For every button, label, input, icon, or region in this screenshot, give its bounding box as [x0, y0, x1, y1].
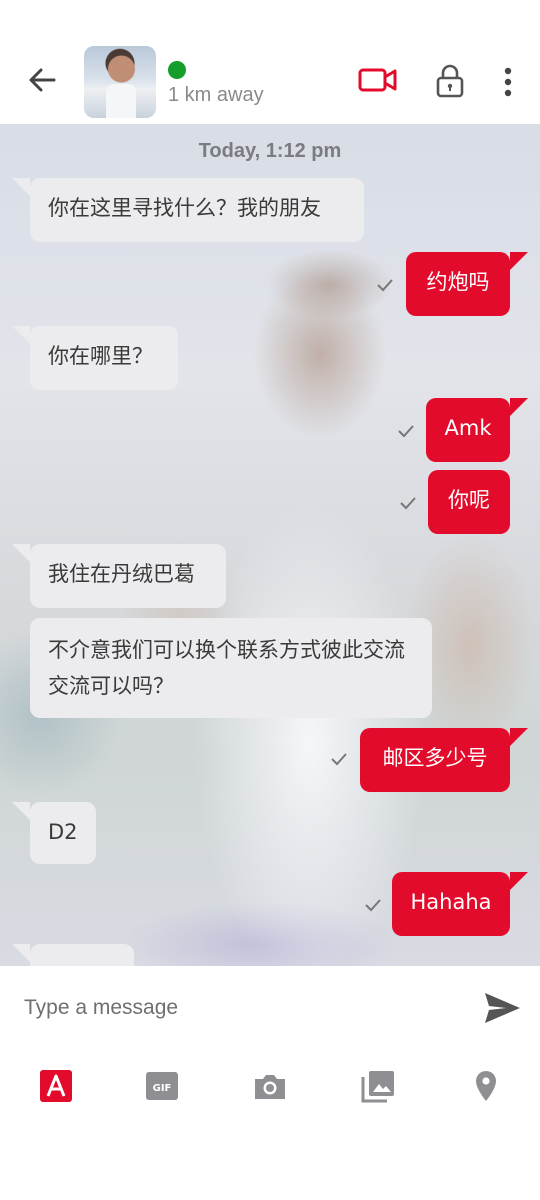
send-icon[interactable] — [482, 990, 522, 1026]
outgoing-message[interactable]: 邮区多少号 — [360, 728, 528, 792]
gallery-icon[interactable] — [360, 1068, 396, 1104]
lock-icon[interactable] — [436, 64, 464, 98]
gif-icon[interactable]: GIF — [144, 1068, 180, 1104]
back-arrow-icon[interactable] — [24, 62, 60, 98]
chat-header: 1 km away — [0, 0, 540, 125]
sent-check-icon — [377, 279, 393, 292]
date-separator: Today, 1:12 pm — [198, 140, 342, 162]
outgoing-message[interactable]: 你呢 — [428, 470, 510, 534]
online-status-indicator — [168, 61, 186, 79]
message-input[interactable] — [0, 966, 460, 1050]
svg-text:GIF: GIF — [153, 1083, 172, 1094]
incoming-message[interactable]: D2 — [12, 802, 96, 864]
chat-messages-area[interactable]: Today, 1:12 pm 你在这里寻找什么？我的朋友 约炮吗 你在哪里？ A… — [0, 124, 540, 966]
message-composer: GIF — [0, 966, 540, 1200]
more-vertical-icon[interactable] — [498, 66, 518, 98]
sent-check-icon — [365, 899, 381, 912]
incoming-message[interactable]: 你在这里寻找什么？我的朋友 — [12, 178, 364, 242]
sent-check-icon — [400, 497, 416, 510]
incoming-message[interactable]: 不介意我们可以换个联系方式彼此交流交流可以吗？ — [30, 618, 432, 718]
camera-icon[interactable] — [252, 1068, 288, 1104]
incoming-message[interactable]: 我住在丹绒巴葛 — [12, 544, 226, 608]
outgoing-message[interactable]: Hahaha — [392, 872, 528, 936]
outgoing-message[interactable]: Amk — [426, 398, 528, 462]
sent-check-icon — [398, 425, 414, 438]
profile-avatar[interactable] — [84, 46, 156, 118]
sent-check-icon — [331, 753, 347, 766]
text-style-icon[interactable] — [38, 1068, 74, 1104]
video-call-icon[interactable] — [358, 64, 398, 96]
location-icon[interactable] — [468, 1068, 504, 1104]
incoming-message[interactable]: 你在哪里？ — [12, 326, 178, 390]
distance-label: 1 km away — [168, 84, 264, 106]
outgoing-message[interactable]: 约炮吗 — [406, 252, 528, 316]
incoming-message-partial[interactable] — [12, 944, 134, 966]
